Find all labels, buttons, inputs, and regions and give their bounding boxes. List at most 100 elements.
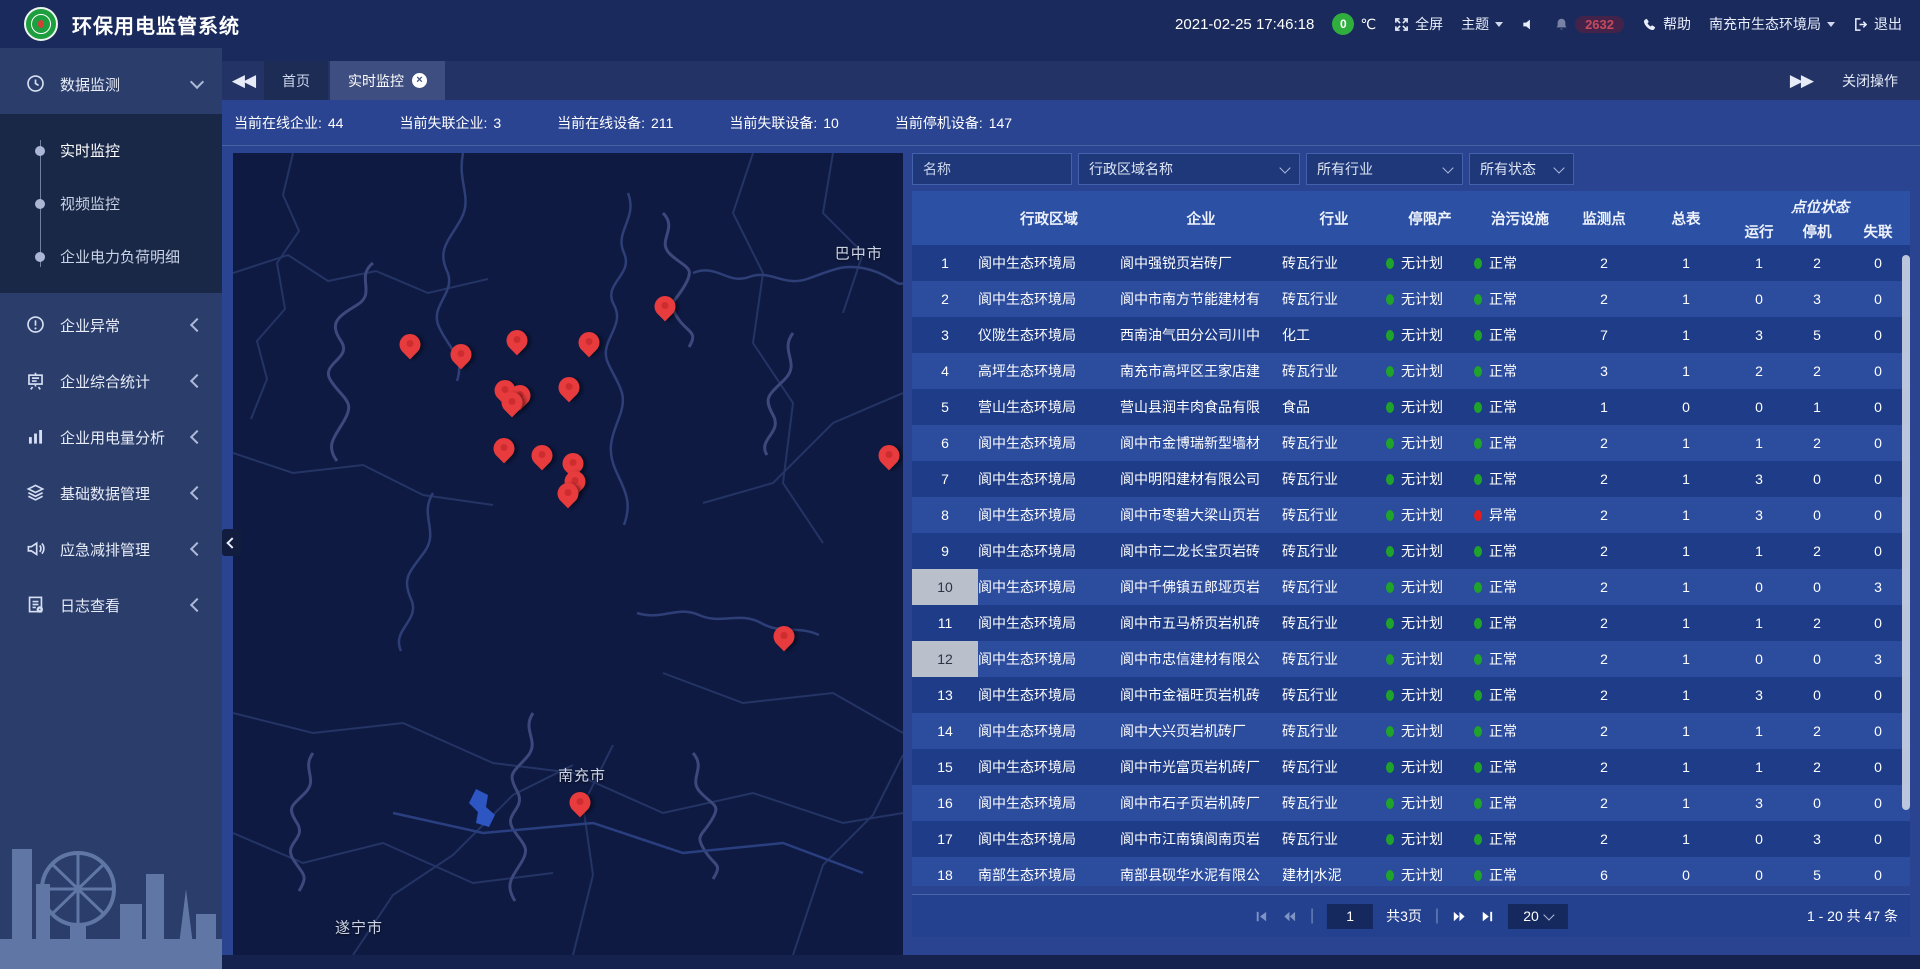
- mute-button[interactable]: [1521, 17, 1536, 32]
- table-row[interactable]: 6阆中生态环境局阆中市金博瑞新型墙材砖瓦行业无计划正常21120: [912, 425, 1910, 461]
- name-filter-input[interactable]: [912, 153, 1072, 185]
- table-row[interactable]: 9阆中生态环境局阆中市二龙长宝页岩砖砖瓦行业无计划正常21120: [912, 533, 1910, 569]
- page-number-input[interactable]: 1: [1327, 904, 1373, 929]
- table-row[interactable]: 16阆中生态环境局阆中市石子页岩机砖厂砖瓦行业无计划正常21300: [912, 785, 1910, 821]
- content-area: 巴中市南充市遂宁市 行政区域名称 所有行业 所有状态: [222, 146, 1920, 955]
- table-row[interactable]: 11阆中生态环境局阆中市五马桥页岩机砖砖瓦行业无计划正常21120: [912, 605, 1910, 641]
- cell-meters: 0: [1642, 389, 1730, 425]
- table-row[interactable]: 3仪陇生态环境局西南油气田分公司川中化工无计划正常71350: [912, 317, 1910, 353]
- fullscreen-button[interactable]: 全屏: [1394, 14, 1443, 34]
- cell-stop-status: 无计划: [1386, 461, 1474, 497]
- map-marker[interactable]: [773, 626, 794, 647]
- sidebar-item-4[interactable]: 基础数据管理: [0, 469, 222, 517]
- cell-region: 阆中生态环境局: [978, 713, 1120, 749]
- tab-1[interactable]: 实时监控×: [330, 61, 445, 100]
- table-row[interactable]: 18南部生态环境局南部县砚华水泥有限公建材|水泥无计划正常60050: [912, 857, 1910, 886]
- table-row[interactable]: 2阆中生态环境局阆中市南方节能建材有砖瓦行业无计划正常21030: [912, 281, 1910, 317]
- sidebar-subitem-2[interactable]: 企业电力负荷明细: [0, 230, 222, 283]
- table-row[interactable]: 1阆中生态环境局阆中强锐页岩砖厂砖瓦行业无计划正常21120: [912, 245, 1910, 281]
- sidebar-item-label: 企业用电量分析: [60, 427, 192, 448]
- cell-points: 7: [1566, 317, 1642, 353]
- cell-company: 阆中市南方节能建材有: [1120, 281, 1282, 317]
- help-button[interactable]: 帮助: [1642, 14, 1691, 34]
- map-city-label: 遂宁市: [335, 916, 383, 937]
- tab-0[interactable]: 首页: [264, 61, 328, 100]
- sidebar-item-1[interactable]: 企业异常: [0, 301, 222, 349]
- sidebar-subitem-1[interactable]: 视频监控: [0, 177, 222, 230]
- industry-filter-select[interactable]: 所有行业: [1306, 153, 1463, 185]
- stat-label: 当前停机设备:: [895, 113, 983, 133]
- table-row[interactable]: 12阆中生态环境局阆中市忠信建材有限公砖瓦行业无计划正常21003: [912, 641, 1910, 677]
- map-panel[interactable]: 巴中市南充市遂宁市: [233, 153, 903, 955]
- tab-bar: ◀◀ 首页实时监控× ▶▶ 关闭操作: [222, 48, 1920, 100]
- map-marker[interactable]: [493, 438, 514, 459]
- page-size-select[interactable]: 20: [1508, 904, 1568, 929]
- cell-no: 16: [912, 785, 978, 821]
- logout-button[interactable]: 退出: [1853, 14, 1902, 34]
- status-dot-icon: [1386, 834, 1394, 845]
- cell-industry: 砖瓦行业: [1282, 497, 1386, 533]
- table-row[interactable]: 10阆中生态环境局阆中千佛镇五郎垭页岩砖瓦行业无计划正常21003: [912, 569, 1910, 605]
- cell-company: 阆中强锐页岩砖厂: [1120, 245, 1282, 281]
- status-filter-select[interactable]: 所有状态: [1469, 153, 1574, 185]
- cell-stop-status: 无计划: [1386, 533, 1474, 569]
- close-operations-button[interactable]: 关闭操作: [1842, 71, 1898, 91]
- chevron-down-icon: [1442, 162, 1453, 173]
- sidebar-subitem-label: 实时监控: [60, 140, 120, 161]
- table-row[interactable]: 15阆中生态环境局阆中市光富页岩机砖厂砖瓦行业无计划正常21120: [912, 749, 1910, 785]
- sidebar-collapse-button[interactable]: [222, 529, 241, 556]
- map-marker[interactable]: [507, 330, 528, 351]
- cell-industry: 砖瓦行业: [1282, 461, 1386, 497]
- cell-running: 1: [1730, 245, 1788, 281]
- table-scrollbar[interactable]: [1902, 255, 1910, 810]
- cell-facility-status: 异常: [1474, 497, 1566, 533]
- table-row[interactable]: 7阆中生态环境局阆中明阳建材有限公司砖瓦行业无计划正常21300: [912, 461, 1910, 497]
- sidebar-item-5[interactable]: 应急减排管理: [0, 525, 222, 573]
- map-marker[interactable]: [578, 332, 599, 353]
- last-page-button[interactable]: [1480, 909, 1495, 924]
- cell-stopped: 0: [1788, 461, 1846, 497]
- map-marker[interactable]: [399, 334, 420, 355]
- next-page-icon: [1452, 909, 1467, 924]
- cell-meters: 1: [1642, 497, 1730, 533]
- sidebar-item-2[interactable]: 企业综合统计: [0, 357, 222, 405]
- notifications[interactable]: 2632: [1554, 16, 1624, 33]
- table-row[interactable]: 14阆中生态环境局阆中大兴页岩机砖厂砖瓦行业无计划正常21120: [912, 713, 1910, 749]
- theme-dropdown[interactable]: 主题: [1461, 14, 1503, 34]
- map-marker[interactable]: [558, 483, 579, 504]
- sidebar-subitem-0[interactable]: 实时监控: [0, 124, 222, 177]
- stat-item: 当前停机设备:147: [895, 113, 1012, 133]
- prev-page-button[interactable]: [1282, 909, 1297, 924]
- sidebar-item-6[interactable]: 日志查看: [0, 581, 222, 629]
- next-page-button[interactable]: [1452, 909, 1467, 924]
- cell-facility-status: 正常: [1474, 677, 1566, 713]
- cell-no: 17: [912, 821, 978, 857]
- sidebar-item-3[interactable]: 企业用电量分析: [0, 413, 222, 461]
- table-row[interactable]: 13阆中生态环境局阆中市金福旺页岩机砖砖瓦行业无计划正常21300: [912, 677, 1910, 713]
- cell-running: 0: [1730, 821, 1788, 857]
- table-row[interactable]: 5营山生态环境局营山县润丰肉食品有限食品无计划正常10010: [912, 389, 1910, 425]
- map-marker[interactable]: [531, 445, 552, 466]
- table-row[interactable]: 4高坪生态环境局南充市高坪区王家店建砖瓦行业无计划正常31220: [912, 353, 1910, 389]
- tabs-scroll-left-button[interactable]: ◀◀: [222, 61, 264, 100]
- map-marker[interactable]: [501, 392, 522, 413]
- cell-stopped: 5: [1788, 857, 1846, 886]
- close-tab-icon[interactable]: ×: [412, 73, 427, 88]
- table-row[interactable]: 8阆中生态环境局阆中市枣碧大梁山页岩砖瓦行业无计划异常21300: [912, 497, 1910, 533]
- sidebar-item-0[interactable]: 数据监测: [0, 60, 222, 108]
- cell-offline: 0: [1846, 245, 1910, 281]
- org-dropdown[interactable]: 南充市生态环境局: [1709, 14, 1835, 34]
- map-marker[interactable]: [558, 377, 579, 398]
- map-marker[interactable]: [450, 344, 471, 365]
- first-page-button[interactable]: [1254, 909, 1269, 924]
- region-filter-select[interactable]: 行政区域名称: [1078, 153, 1300, 185]
- table-row[interactable]: 17阆中生态环境局阆中市江南镇阆南页岩砖瓦行业无计划正常21030: [912, 821, 1910, 857]
- cell-company: 南充市高坪区王家店建: [1120, 353, 1282, 389]
- map-marker[interactable]: [878, 445, 899, 466]
- tabs-scroll-right-button[interactable]: ▶▶: [1790, 71, 1812, 91]
- cell-running: 1: [1730, 749, 1788, 785]
- map-marker[interactable]: [655, 296, 676, 317]
- temperature-badge: 0: [1332, 13, 1354, 35]
- app-root: 环保用电监管系统 2021-02-25 17:46:18 0 ℃ 全屏 主题 2…: [0, 0, 1920, 969]
- map-marker[interactable]: [570, 792, 591, 813]
